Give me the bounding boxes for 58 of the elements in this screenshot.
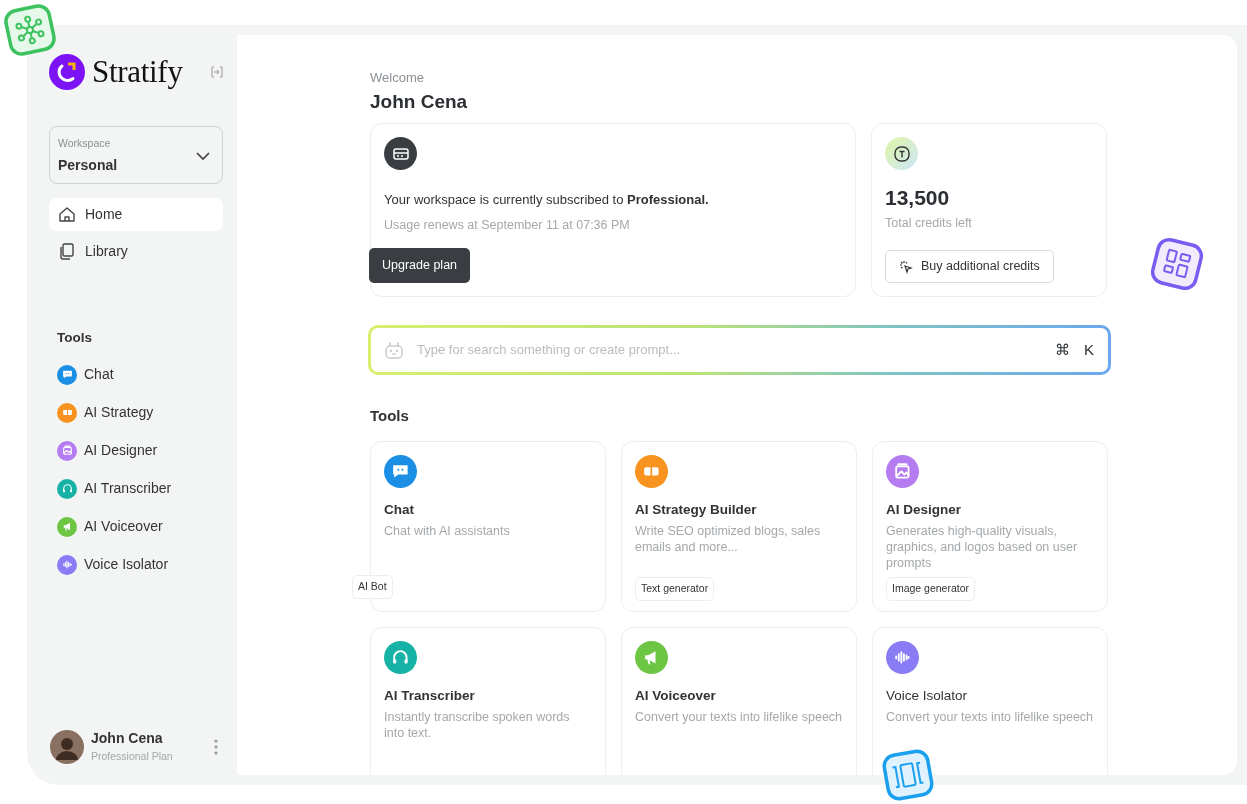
tool-description: Chat with AI assistants xyxy=(384,522,511,539)
tool-nav-item[interactable]: Voice Isolator xyxy=(49,548,223,581)
tool-card[interactable]: AI Voiceover Convert your texts into lifelike speech xyxy=(621,626,857,775)
shortcut-key: K xyxy=(1084,338,1094,362)
search-field[interactable]: Type for search something or create prompt... xyxy=(415,339,1045,361)
cursor-click-icon xyxy=(899,259,913,274)
welcome-label: Welcome xyxy=(370,69,425,87)
tool-title: AI Voiceover xyxy=(635,686,717,705)
workspace-select[interactable]: Workspace Personal xyxy=(49,125,223,184)
tool-description: Convert your texts into lifelike speech xyxy=(886,708,1094,725)
workspace-label: Workspace xyxy=(58,135,112,151)
tool-description: Instantly transcribe spoken words into text. xyxy=(384,708,571,741)
avatar xyxy=(50,729,84,764)
tool-tag: Image generator xyxy=(886,576,976,601)
tool-nav-item[interactable]: AI Designer xyxy=(49,434,223,467)
renewal-text: Usage renews at September 11 at 07:36 PM xyxy=(384,216,631,234)
tool-description: Convert your texts into lifelike speech xyxy=(635,708,843,725)
user-greeting: John Cena xyxy=(370,89,469,114)
credit-card-icon xyxy=(384,137,417,170)
buy-credits-button[interactable]: Buy additional credits xyxy=(885,250,1054,283)
token-icon xyxy=(885,137,918,170)
library-icon xyxy=(57,241,77,262)
tool-title: Chat xyxy=(384,500,415,519)
nav-item[interactable]: Home xyxy=(49,197,223,231)
tool-card[interactable]: Voice Isolator Convert your texts into lifelike speech xyxy=(872,626,1108,775)
shortcut-key: ⌘ xyxy=(1055,338,1070,362)
subscription-text: Your workspace is currently subscribed to Professional. xyxy=(384,191,710,209)
user-name: John Cena xyxy=(91,729,164,749)
chevron-down-icon xyxy=(195,150,211,161)
credits-amount: 13,500 xyxy=(885,185,951,211)
more-options-icon[interactable] xyxy=(213,737,219,756)
tool-nav-item[interactable]: AI Transcriber xyxy=(49,472,223,505)
tool-description: Generates high-quality visuals, graphics, and logos based on user prompts xyxy=(886,522,1079,571)
section-heading: Tools xyxy=(57,328,93,347)
tool-description: Write SEO optimized blogs, sales emails and more... xyxy=(635,522,822,555)
tool-card[interactable]: AI Transcriber Instantly transcribe spoken words into text. xyxy=(370,626,606,775)
user-plan: Professional Plan xyxy=(91,749,174,765)
section-heading: Tools xyxy=(370,406,410,426)
robot-icon xyxy=(383,339,405,361)
tool-nav-item[interactable]: AI Strategy xyxy=(49,396,223,429)
tool-card[interactable]: AI Strategy Builder Write SEO optimized blogs, sales emails and more... Text generator xyxy=(621,440,857,612)
tool-tag: Text generator xyxy=(635,576,715,601)
credits-label: Total credits left xyxy=(885,214,973,232)
tool-card[interactable]: AI Designer Generates high-quality visuals, graphics, and logos based on user prompts Image generator xyxy=(872,440,1108,612)
nav-item[interactable]: Library xyxy=(49,234,223,268)
tool-tag: AI Bot xyxy=(352,574,393,599)
tool-title: Voice Isolator xyxy=(886,686,969,705)
collapse-sidebar-icon[interactable] xyxy=(211,66,223,79)
tool-nav-item[interactable]: Chat xyxy=(49,358,223,391)
tool-title: AI Transcriber xyxy=(384,686,476,705)
upgrade-plan-button[interactable]: Upgrade plan xyxy=(369,248,471,283)
workspace-value: Personal xyxy=(58,155,118,175)
home-icon xyxy=(57,204,77,225)
logo-icon xyxy=(49,54,85,91)
tool-title: AI Designer xyxy=(886,500,963,519)
tool-nav-item[interactable]: AI Voiceover xyxy=(49,510,223,543)
tool-title: AI Strategy Builder xyxy=(635,500,758,519)
brand-name: Stratify xyxy=(92,53,183,91)
